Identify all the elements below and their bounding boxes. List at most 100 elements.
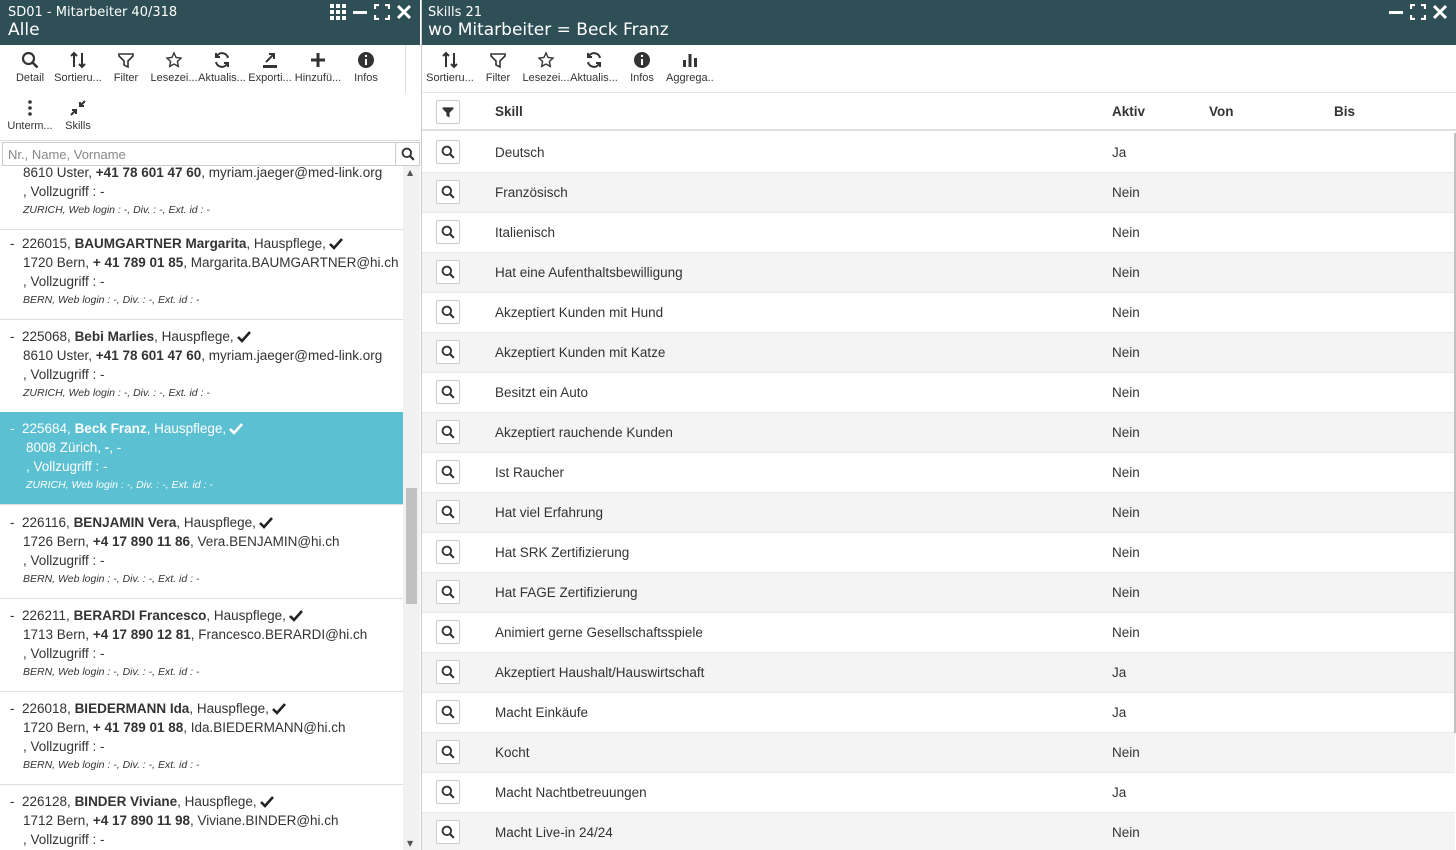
skill-detail-button[interactable]: [436, 820, 460, 844]
detail-button[interactable]: Detail: [6, 45, 54, 93]
minimize-icon[interactable]: [352, 4, 368, 20]
skill-detail-button[interactable]: [436, 380, 460, 404]
skill-detail-button[interactable]: [436, 740, 460, 764]
skills-info-button[interactable]: Infos: [618, 45, 666, 92]
skills-sort-button[interactable]: Sortieru...: [426, 45, 474, 92]
employee-role: , Hauspflege,: [246, 236, 326, 251]
skill-row[interactable]: Macht Live-in 24/24 Nein: [422, 813, 1455, 850]
export-button[interactable]: Exporti...: [246, 45, 294, 93]
bookmark-label: Lesezei...: [150, 72, 198, 84]
skill-aktiv: Nein: [1112, 625, 1140, 640]
employee-access: , Vollzugriff : -: [23, 832, 105, 847]
grid-icon[interactable]: [330, 4, 346, 20]
skill-aktiv: Nein: [1112, 425, 1140, 440]
employee-phone: + 41 789 01 85: [92, 255, 184, 270]
employee-list-scrollbar[interactable]: ▲ ▼: [403, 166, 420, 850]
skill-detail-button[interactable]: [436, 260, 460, 284]
skill-row[interactable]: Akzeptiert Haushalt/Hauswirtschaft Ja: [422, 653, 1455, 693]
skill-row[interactable]: Hat viel Erfahrung Nein: [422, 493, 1455, 533]
skill-name: Ist Raucher: [495, 465, 565, 480]
skill-detail-button[interactable]: [436, 340, 460, 364]
skill-row[interactable]: Hat FAGE Zertifizierung Nein: [422, 573, 1455, 613]
employee-row[interactable]: - 226015, BAUMGARTNER Margarita, Hauspfl…: [0, 227, 403, 320]
skill-row[interactable]: Akzeptiert Kunden mit Katze Nein: [422, 333, 1455, 373]
skill-name: Deutsch: [495, 145, 545, 160]
skill-row[interactable]: Hat eine Aufenthaltsbewilligung Nein: [422, 253, 1455, 293]
filter-label: Filter: [113, 72, 139, 84]
column-header-bis[interactable]: Bis: [1334, 104, 1355, 119]
column-header-aktiv[interactable]: Aktiv: [1112, 104, 1145, 119]
employee-row[interactable]: - 226116, BENJAMIN Vera, Hauspflege, 172…: [0, 506, 403, 599]
skills-button[interactable]: Skills: [54, 93, 102, 140]
app-root: SD01 - Mitarbeiter 40/318 Alle Detail So…: [0, 0, 1456, 850]
maximize-icon[interactable]: [374, 4, 390, 20]
skill-name: Macht Nachtbetreuungen: [495, 785, 647, 800]
scrollbar-thumb[interactable]: [406, 488, 417, 604]
skill-row[interactable]: Hat SRK Zertifizierung Nein: [422, 533, 1455, 573]
sort-button[interactable]: Sortieru...: [54, 45, 102, 93]
column-header-skill[interactable]: Skill: [495, 104, 523, 119]
skill-detail-button[interactable]: [436, 220, 460, 244]
skill-row[interactable]: Macht Einkäufe Ja: [422, 693, 1455, 733]
employee-row[interactable]: - 226128, BINDER Viviane, Hauspflege, 17…: [0, 785, 403, 850]
filter-button[interactable]: Filter: [102, 45, 150, 93]
skill-detail-button[interactable]: [436, 580, 460, 604]
skill-row[interactable]: Ist Raucher Nein: [422, 453, 1455, 493]
column-filter-button[interactable]: [436, 100, 460, 124]
skill-row[interactable]: Italienisch Nein: [422, 213, 1455, 253]
skill-row[interactable]: Besitzt ein Auto Nein: [422, 373, 1455, 413]
info-button[interactable]: Infos: [342, 45, 390, 93]
skill-row[interactable]: Macht Nachtbetreuungen Ja: [422, 773, 1455, 813]
skill-row[interactable]: Kocht Nein: [422, 733, 1455, 773]
maximize-icon[interactable]: [1410, 4, 1426, 20]
employee-contact: 1720 Bern, + 41 789 01 85, Margarita.BAU…: [23, 255, 399, 270]
employee-name: BERARDI Francesco: [73, 608, 207, 623]
skill-detail-button[interactable]: [436, 420, 460, 444]
skill-detail-button[interactable]: [436, 660, 460, 684]
close-icon[interactable]: [396, 4, 412, 20]
skill-name: Französisch: [495, 185, 568, 200]
add-button[interactable]: Hinzufü...: [294, 45, 342, 93]
employee-role: , Hauspflege,: [146, 421, 227, 436]
skill-detail-button[interactable]: [436, 620, 460, 644]
employee-row[interactable]: - 226018, BIEDERMANN Ida, Hauspflege, 17…: [0, 692, 403, 785]
skills-toolbar: Sortieru... Filter Lesezei... Aktualis..…: [422, 45, 1456, 93]
employee-email: , Viviane.BINDER@hi.ch: [190, 813, 339, 828]
submenu-button[interactable]: Unterm...: [6, 93, 54, 140]
bookmark-button[interactable]: Lesezei...: [150, 45, 198, 93]
employee-row[interactable]: - 226211, BERARDI Francesco, Hauspflege,…: [0, 599, 403, 692]
column-header-von[interactable]: Von: [1209, 104, 1234, 119]
employee-row[interactable]: - 225068, Bebi Marlies, Hauspflege, 8610…: [0, 320, 403, 413]
employee-row[interactable]: 8610 Uster, +41 78 601 47 60, myriam.jae…: [0, 166, 403, 230]
employee-search-button[interactable]: [396, 142, 420, 166]
skill-detail-button[interactable]: [436, 700, 460, 724]
skill-row[interactable]: Deutsch Ja: [422, 133, 1455, 173]
skill-detail-button[interactable]: [436, 540, 460, 564]
skill-row[interactable]: Akzeptiert rauchende Kunden Nein: [422, 413, 1455, 453]
skill-detail-button[interactable]: [436, 500, 460, 524]
close-icon[interactable]: [1432, 4, 1448, 20]
skills-filter-button[interactable]: Filter: [474, 45, 522, 92]
skill-detail-button[interactable]: [436, 180, 460, 204]
minimize-icon[interactable]: [1388, 4, 1404, 20]
refresh-button[interactable]: Aktualis...: [198, 45, 246, 93]
skill-detail-button[interactable]: [436, 140, 460, 164]
skill-aktiv: Nein: [1112, 385, 1140, 400]
employee-access: , Vollzugriff : -: [26, 459, 108, 474]
employee-row-selected[interactable]: - 225684, Beck Franz, Hauspflege, 8008 Z…: [0, 412, 403, 505]
scroll-down-arrow-icon[interactable]: ▼: [407, 839, 413, 848]
skill-row[interactable]: Akzeptiert Kunden mit Hund Nein: [422, 293, 1455, 333]
skill-detail-button[interactable]: [436, 300, 460, 324]
skill-row[interactable]: Animiert gerne Gesellschaftsspiele Nein: [422, 613, 1455, 653]
skill-detail-button[interactable]: [436, 460, 460, 484]
employee-search-input[interactable]: [2, 142, 396, 166]
info-icon: [634, 52, 650, 68]
skills-aggregate-button[interactable]: Aggrega...: [666, 45, 714, 92]
employee-phone: +41 78 601 47 60: [95, 348, 202, 363]
skill-row[interactable]: Französisch Nein: [422, 173, 1455, 213]
scroll-up-arrow-icon[interactable]: ▲: [407, 168, 413, 177]
skill-detail-button[interactable]: [436, 780, 460, 804]
skills-info-label: Infos: [630, 72, 654, 84]
skills-refresh-button[interactable]: Aktualis...: [570, 45, 618, 92]
skills-bookmark-button[interactable]: Lesezei...: [522, 45, 570, 92]
